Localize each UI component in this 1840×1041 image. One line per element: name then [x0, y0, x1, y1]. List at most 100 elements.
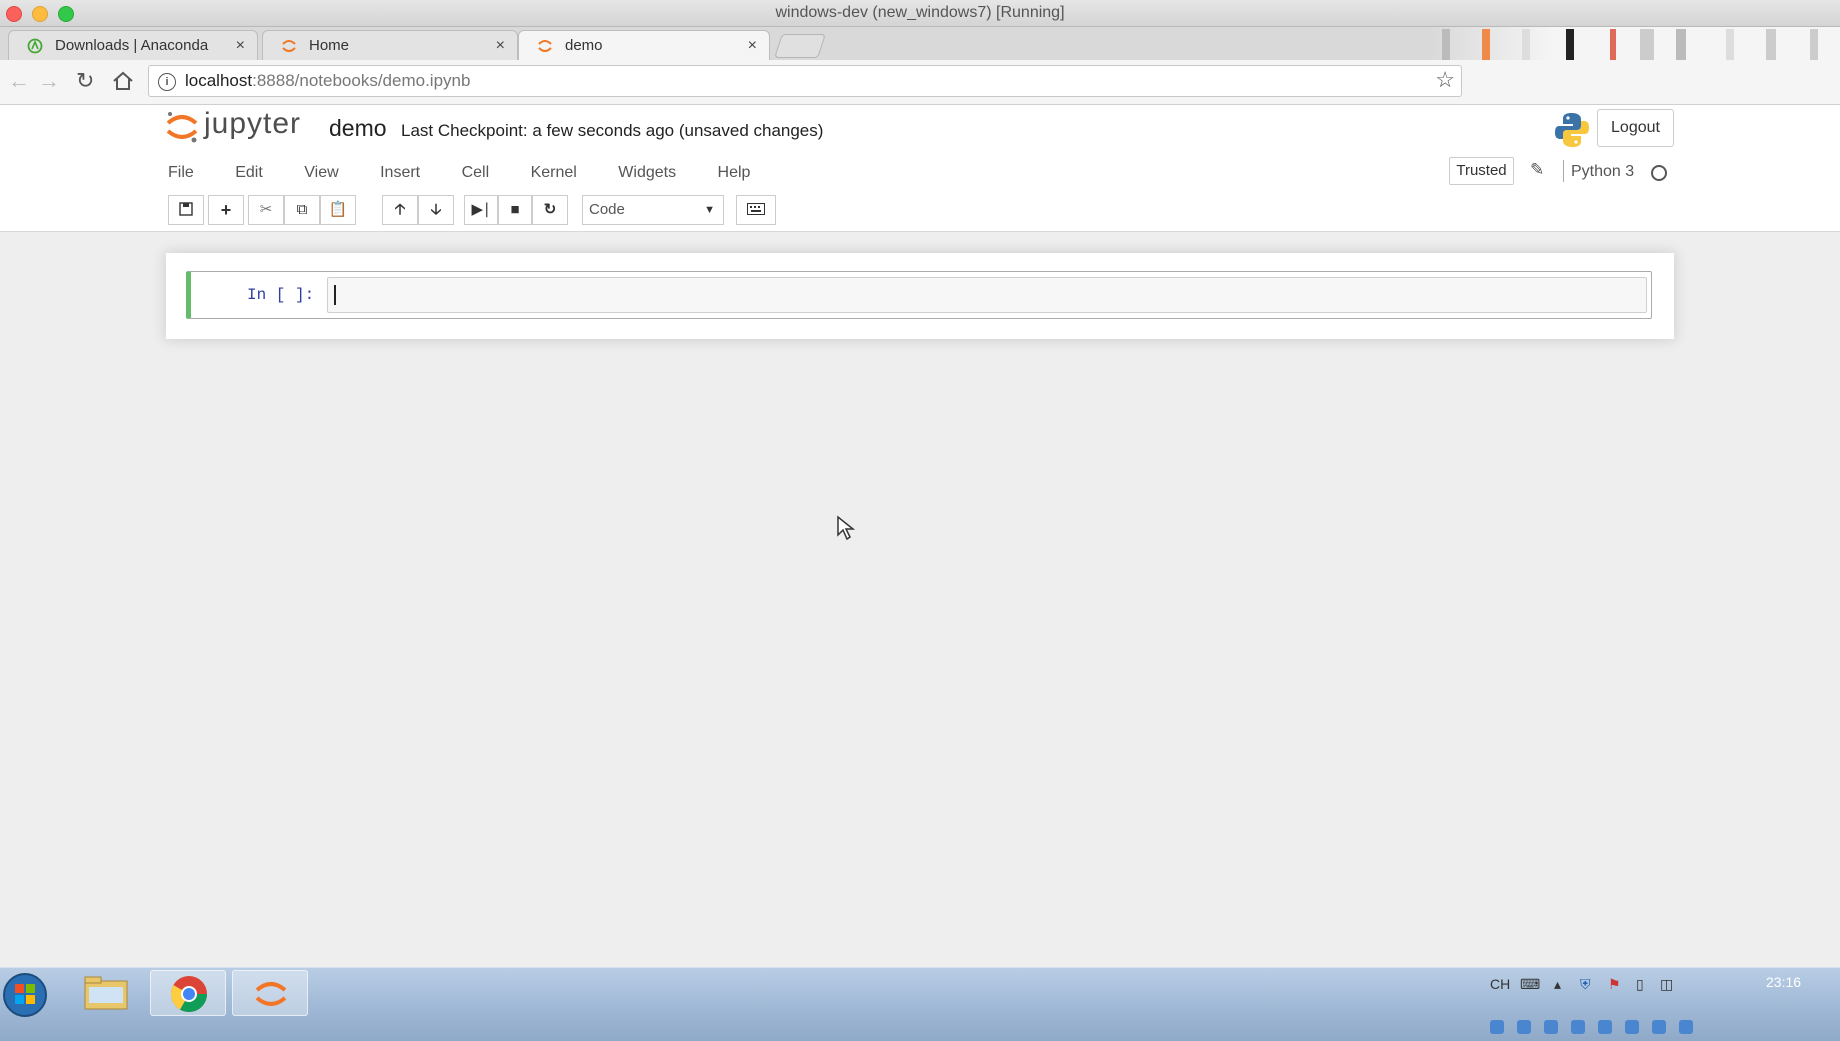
chrome-icon: [170, 976, 207, 1013]
menu-help[interactable]: Help: [718, 158, 751, 188]
cell-type-value: Code: [589, 201, 625, 218]
insert-cell-button[interactable]: +: [208, 195, 244, 225]
menu-file[interactable]: File: [168, 158, 194, 188]
new-tab-button[interactable]: [774, 34, 826, 58]
anaconda-icon: [27, 38, 43, 54]
action-center-icon[interactable]: ⚑: [1608, 976, 1621, 993]
menu-cell[interactable]: Cell: [462, 158, 490, 188]
arrow-down-icon: 🡣: [430, 201, 442, 218]
mouse-pointer-icon: [837, 515, 856, 541]
menubar: File Edit View Insert Cell Kernel Widget…: [168, 158, 787, 188]
command-palette-button[interactable]: [736, 195, 776, 225]
kernel-status-icon: [1651, 165, 1667, 181]
taskbar-clock[interactable]: 23:16: [1766, 974, 1801, 990]
jupyter-icon: [538, 40, 552, 52]
close-window-button[interactable]: [6, 6, 22, 22]
tab-downloads-anaconda[interactable]: Downloads | Anaconda ×: [8, 30, 258, 60]
language-indicator[interactable]: CH: [1490, 976, 1510, 992]
forward-arrow-icon[interactable]: →: [38, 69, 60, 93]
tab-label: Home: [309, 37, 350, 54]
bookmark-star-icon[interactable]: ☆: [1435, 67, 1455, 93]
info-icon[interactable]: i: [158, 73, 176, 91]
cell-type-select[interactable]: Code ▼: [582, 195, 724, 225]
run-button[interactable]: ▶∣: [464, 195, 498, 225]
vm-status-icon[interactable]: [1544, 1020, 1558, 1034]
menu-view[interactable]: View: [304, 158, 338, 188]
shield-icon[interactable]: ⛨: [1580, 976, 1591, 993]
interrupt-button[interactable]: ■: [498, 195, 532, 225]
jupyter-header: jupyter demo Last Checkpoint: a few seco…: [0, 105, 1840, 232]
move-down-button[interactable]: 🡣: [418, 195, 454, 225]
trusted-indicator[interactable]: Trusted: [1449, 157, 1514, 185]
jupyter-logo-text[interactable]: jupyter: [204, 107, 301, 141]
windows-taskbar: CH ⌨ ▴ ⛨ ⚑ ▯ ◫ 23:16: [0, 967, 1840, 1041]
minimize-window-button[interactable]: [32, 6, 48, 22]
back-arrow-icon[interactable]: ←: [8, 69, 30, 93]
move-up-button[interactable]: 🡡: [382, 195, 418, 225]
tab-label: demo: [565, 37, 603, 54]
show-hidden-icons-icon[interactable]: ▴: [1554, 976, 1561, 993]
window-title: windows-dev (new_windows7) [Running]: [775, 4, 1065, 21]
tab-home[interactable]: Home ×: [262, 30, 518, 60]
code-cell[interactable]: In [ ]:: [186, 271, 1652, 319]
kernel-name: Python 3: [1571, 163, 1635, 180]
vm-status-icon[interactable]: [1490, 1020, 1504, 1034]
start-button[interactable]: [2, 972, 48, 1018]
code-editor[interactable]: [327, 277, 1647, 313]
vm-status-icon[interactable]: [1598, 1020, 1612, 1034]
taskbar-explorer-button[interactable]: [68, 970, 144, 1016]
tab-demo[interactable]: demo ×: [518, 30, 770, 61]
stop-icon: ■: [510, 201, 520, 218]
floppy-icon: [179, 202, 193, 216]
battery-icon[interactable]: ▯: [1636, 976, 1644, 993]
home-icon[interactable]: [112, 71, 134, 91]
restart-icon: ↻: [543, 201, 557, 218]
vm-status-icon[interactable]: [1679, 1020, 1693, 1034]
copy-button[interactable]: ⧉: [284, 195, 320, 225]
reload-icon[interactable]: ↻: [76, 69, 94, 93]
vm-status-icon[interactable]: [1652, 1020, 1666, 1034]
jupyter-icon: [282, 40, 296, 52]
python-logo-icon: [1555, 113, 1589, 147]
copy-icon: ⧉: [296, 201, 308, 218]
paste-button[interactable]: 📋: [320, 195, 356, 225]
address-bar[interactable]: i localhost:8888/notebooks/demo.ipynb ☆: [148, 65, 1462, 97]
vm-status-icons: [1490, 1020, 1706, 1038]
folder-icon: [84, 976, 128, 1010]
checkpoint-status: Last Checkpoint: a few seconds ago (unsa…: [401, 121, 824, 140]
restart-button[interactable]: ↻: [532, 195, 568, 225]
vm-status-icon[interactable]: [1571, 1020, 1585, 1034]
close-tab-icon[interactable]: ×: [496, 31, 505, 61]
keyboard-icon[interactable]: ⌨: [1520, 976, 1540, 993]
vm-status-icon[interactable]: [1625, 1020, 1639, 1034]
zoom-window-button[interactable]: [58, 6, 74, 22]
cut-button[interactable]: ✂: [248, 195, 284, 225]
close-tab-icon[interactable]: ×: [748, 31, 757, 61]
edit-pencil-icon[interactable]: ✎: [1530, 160, 1544, 180]
menu-insert[interactable]: Insert: [380, 158, 420, 188]
taskbar-jupyter-button[interactable]: [232, 970, 308, 1016]
jupyter-logo-icon[interactable]: [164, 109, 200, 145]
scissors-icon: ✂: [259, 201, 273, 218]
menu-widgets[interactable]: Widgets: [618, 158, 676, 188]
paste-icon: 📋: [328, 201, 348, 218]
dropdown-caret-icon: ▼: [704, 204, 715, 216]
plus-icon: +: [220, 200, 232, 220]
menu-kernel[interactable]: Kernel: [531, 158, 577, 188]
vm-status-icon[interactable]: [1517, 1020, 1531, 1034]
save-button[interactable]: [168, 195, 204, 225]
keyboard-icon: [747, 203, 765, 215]
menu-edit[interactable]: Edit: [235, 158, 263, 188]
url-text[interactable]: localhost:8888/notebooks/demo.ipynb: [185, 66, 470, 96]
tab-label: Downloads | Anaconda: [55, 37, 209, 54]
arrow-up-icon: 🡡: [394, 201, 406, 218]
jupyter-icon: [255, 982, 287, 1006]
network-icon[interactable]: ◫: [1660, 976, 1673, 993]
notebook-name[interactable]: demo: [329, 115, 387, 142]
close-tab-icon[interactable]: ×: [236, 31, 245, 61]
taskbar-chrome-button[interactable]: [150, 970, 226, 1016]
notebook-container: In [ ]:: [166, 253, 1674, 339]
input-prompt: In [ ]:: [247, 286, 315, 304]
logout-button[interactable]: Logout: [1597, 109, 1674, 147]
divider: [1563, 160, 1564, 182]
